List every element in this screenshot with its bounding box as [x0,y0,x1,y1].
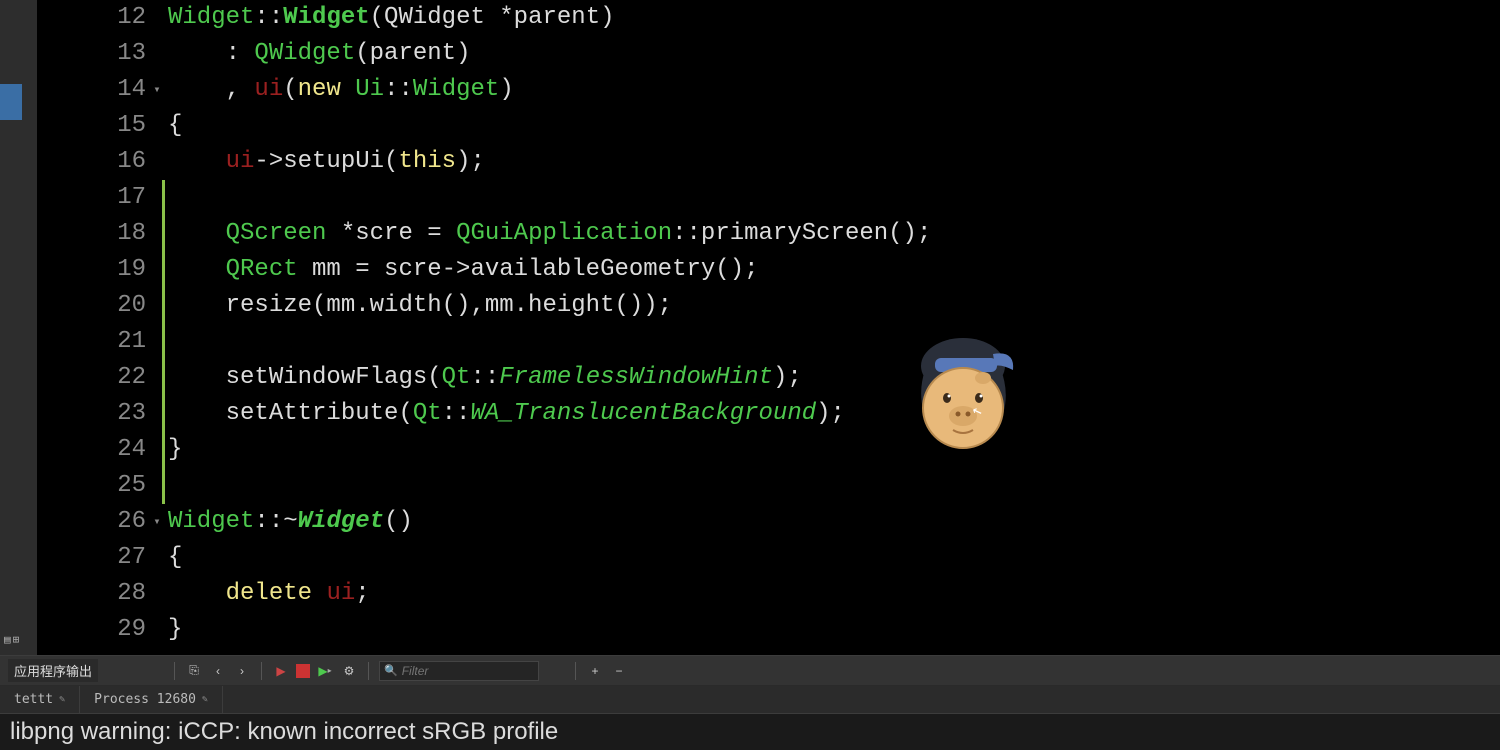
panel-add-icon[interactable]: ⊞ [13,633,20,647]
line-number[interactable]: 26▾ [37,504,146,540]
code-line[interactable]: Widget::~Widget() [168,504,1500,540]
line-number[interactable]: 20 [37,288,146,324]
line-number-gutter[interactable]: 121314▾151617181920212223242526▾272829 [37,0,160,655]
panel-layout-icon[interactable]: ▤ [4,633,11,647]
margin-bottom-icons: ▤ ⊞ [4,633,19,647]
code-line[interactable]: setAttribute(Qt::WA_TranslucentBackgroun… [168,396,1500,432]
breakpoint-margin[interactable]: ▤ ⊞ [0,0,37,655]
line-number[interactable]: 23 [37,396,146,432]
change-marker [162,324,165,360]
run-icon[interactable]: ▶ [272,662,290,680]
zoom-out-icon[interactable]: − [610,662,628,680]
code-line[interactable]: { [168,540,1500,576]
change-marker [162,396,165,432]
output-toolbar: 应用程序输出 ⎘ ‹ › ▶ ▶▸ ⚙ 🔍 + − [0,656,1500,686]
attach-icon[interactable]: ⎘ [185,662,203,680]
filter-input[interactable] [402,664,534,678]
line-number[interactable]: 27 [37,540,146,576]
line-number[interactable]: 15 [37,108,146,144]
output-tabs: tettt ✎ Process 12680 ✎ [0,686,1500,714]
code-line[interactable]: { [168,108,1500,144]
line-number[interactable]: 17 [37,180,146,216]
line-number[interactable]: 13 [37,36,146,72]
tab-label: tettt [14,692,53,707]
zoom-in-icon[interactable]: + [586,662,604,680]
line-number[interactable]: 19 [37,252,146,288]
line-number[interactable]: 14▾ [37,72,146,108]
search-icon: 🔍 [384,664,398,677]
output-text[interactable]: libpng warning: iCCP: known incorrect sR… [0,714,1500,750]
code-line[interactable]: Widget::Widget(QWidget *parent) [168,0,1500,36]
code-line[interactable]: setWindowFlags(Qt::FramelessWindowHint); [168,360,1500,396]
line-number[interactable]: 25 [37,468,146,504]
stop-icon[interactable] [296,664,310,678]
code-line[interactable]: delete ui; [168,576,1500,612]
line-number[interactable]: 16 [37,144,146,180]
code-editor[interactable]: Widget::Widget(QWidget *parent) : QWidge… [160,0,1500,655]
line-number[interactable]: 22 [37,360,146,396]
code-line[interactable] [168,324,1500,360]
code-line[interactable]: } [168,432,1500,468]
pin-icon[interactable]: ✎ [202,694,208,705]
code-line[interactable] [168,468,1500,504]
change-marker [162,468,165,504]
code-line[interactable]: QScreen *scre = QGuiApplication::primary… [168,216,1500,252]
line-number[interactable]: 28 [37,576,146,612]
change-marker [162,360,165,396]
line-number[interactable]: 18 [37,216,146,252]
code-line[interactable]: resize(mm.width(),mm.height()); [168,288,1500,324]
next-icon[interactable]: › [233,662,251,680]
line-number[interactable]: 24 [37,432,146,468]
change-marker [162,216,165,252]
run-debug-icon[interactable]: ▶▸ [316,662,334,680]
prev-icon[interactable]: ‹ [209,662,227,680]
output-tab-process[interactable]: Process 12680 ✎ [80,686,223,713]
line-number[interactable]: 29 [37,612,146,648]
tab-label: Process 12680 [94,692,196,707]
line-number[interactable]: 12 [37,0,146,36]
output-tab-tettt[interactable]: tettt ✎ [0,686,80,713]
code-line[interactable]: } [168,612,1500,648]
editor-area: ▤ ⊞ 121314▾151617181920212223242526▾2728… [0,0,1500,655]
change-marker [162,288,165,324]
code-line[interactable]: : QWidget(parent) [168,36,1500,72]
change-marker [162,252,165,288]
output-panel: 应用程序输出 ⎘ ‹ › ▶ ▶▸ ⚙ 🔍 + − tettt ✎ Proces… [0,655,1500,750]
code-line[interactable]: ui->setupUi(this); [168,144,1500,180]
code-line[interactable]: , ui(new Ui::Widget) [168,72,1500,108]
line-number[interactable]: 21 [37,324,146,360]
code-line[interactable] [168,180,1500,216]
pin-icon[interactable]: ✎ [59,694,65,705]
output-panel-title: 应用程序输出 [8,659,98,682]
settings-icon[interactable]: ⚙ [340,662,358,680]
change-marker [162,180,165,216]
change-marker [162,432,165,468]
code-line[interactable]: QRect mm = scre->availableGeometry(); [168,252,1500,288]
current-line-marker [0,84,22,120]
filter-input-wrapper: 🔍 [379,661,539,681]
